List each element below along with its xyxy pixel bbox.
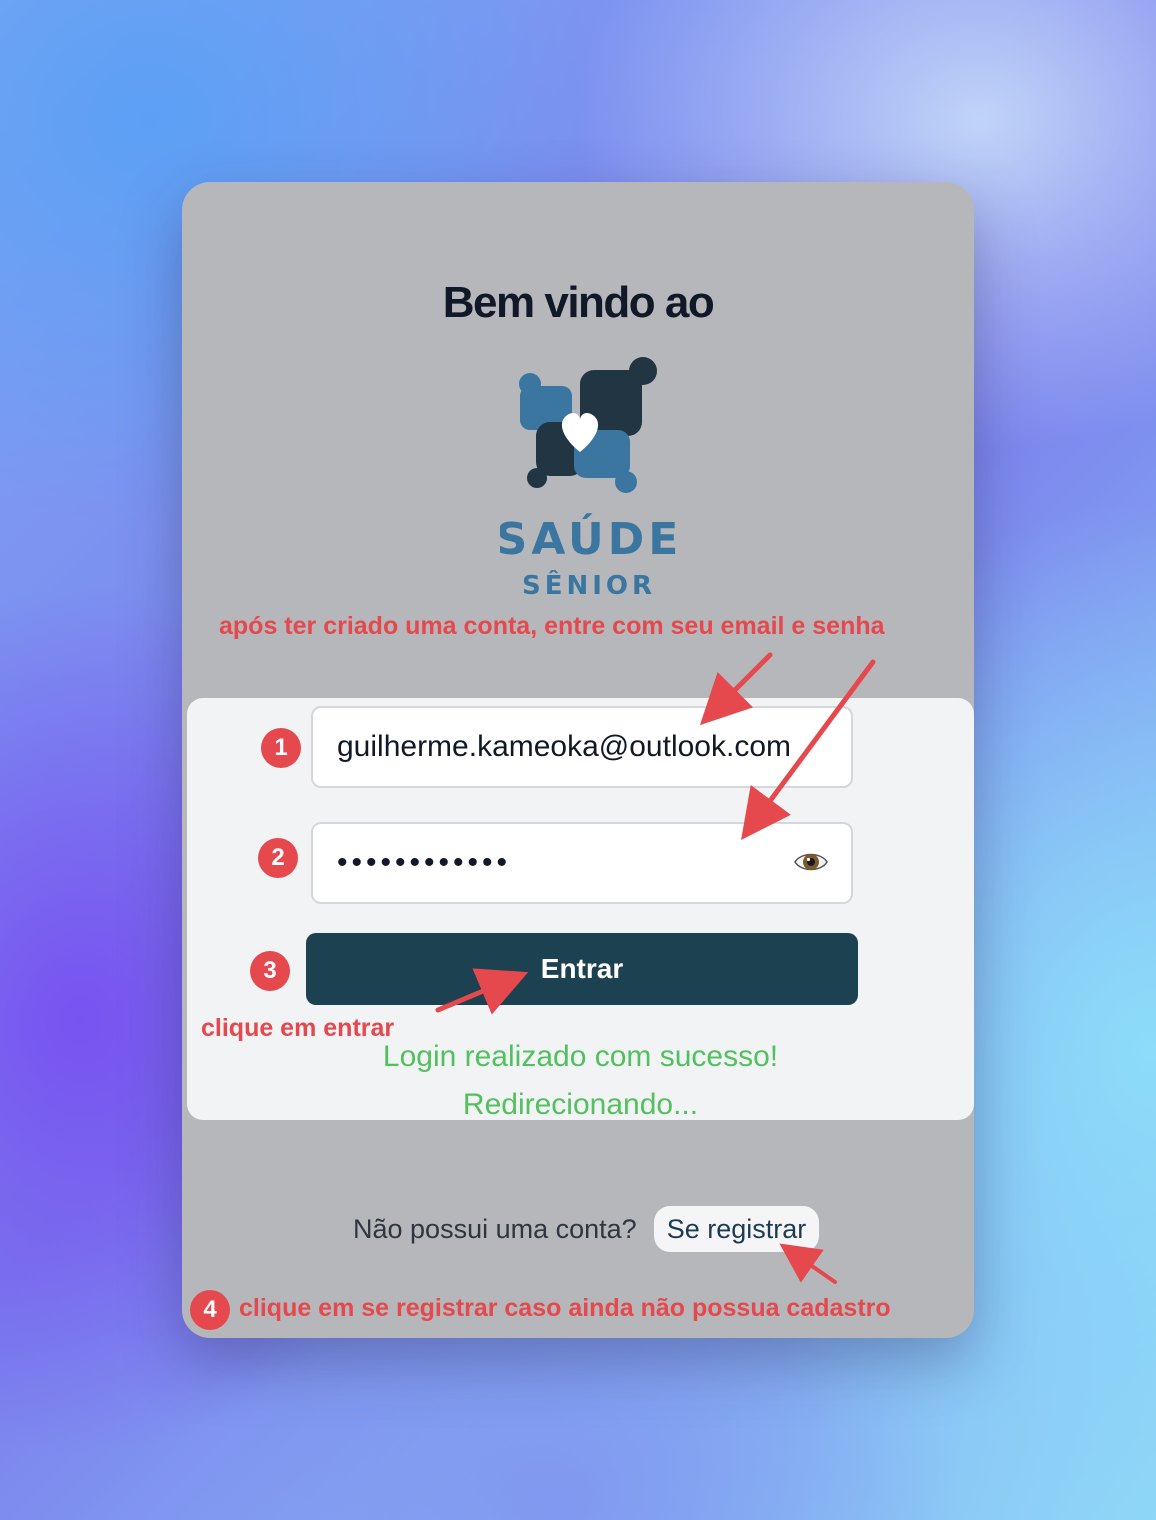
annotation-arrows (435, 652, 876, 1284)
arrow-to-password (741, 659, 876, 841)
arrow-to-email (699, 652, 773, 726)
arrow-to-register (779, 1243, 837, 1284)
arrow-to-entrar (435, 968, 529, 1015)
